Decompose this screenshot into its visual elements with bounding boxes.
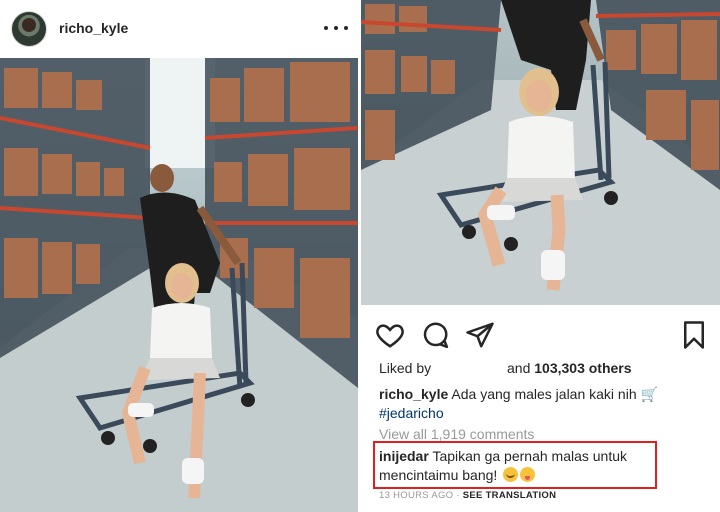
woman-face [171, 273, 193, 299]
cart-wheel [101, 431, 115, 445]
post-photo-left[interactable] [0, 58, 358, 512]
woman-face [526, 80, 552, 112]
post-caption: richo_kyle Ada yang males jalan kaki nih… [379, 385, 709, 423]
right-shelf-beam [595, 12, 720, 18]
right-post-panel: Liked by and 103,303 others richo_kyle A… [361, 0, 720, 512]
post-username[interactable]: richo_kyle [59, 20, 128, 36]
post-photo-right[interactable] [361, 0, 720, 305]
view-all-comments-link[interactable]: View all 1,919 comments [379, 426, 534, 442]
avatar[interactable] [11, 11, 47, 47]
cart-wheel [504, 237, 518, 251]
caption-text: Ada yang males jalan kaki nih [451, 386, 637, 402]
heart-icon[interactable] [375, 320, 405, 350]
post-header: richo_kyle [0, 0, 358, 58]
see-translation-link[interactable]: SEE TRANSLATION [463, 490, 557, 501]
bookmark-icon[interactable] [679, 320, 709, 350]
cart-wheel [143, 439, 157, 453]
cart-emoji-icon: 🛒 [640, 386, 658, 402]
cart-wheel [604, 191, 618, 205]
blush-emoji-icon [503, 467, 519, 482]
post-action-bar [361, 312, 720, 356]
likes-number[interactable]: 103,303 others [534, 360, 631, 376]
comment-icon[interactable] [420, 320, 450, 350]
cart-wheel [241, 393, 255, 407]
sneaker [487, 205, 515, 220]
warehouse-photo-left [0, 58, 358, 512]
warehouse-photo-right [361, 0, 720, 305]
post-meta: 13 HOURS AGO · SEE TRANSLATION [379, 490, 556, 501]
woman-shorts [140, 358, 220, 380]
liked-by-label: Liked by [379, 360, 432, 376]
highlighted-comment: inijedar Tapikan ga pernah malas untuk m… [379, 447, 649, 485]
likes-count[interactable]: and 103,303 others [507, 360, 632, 376]
sneaker [128, 403, 154, 417]
man-head [150, 164, 174, 192]
hashtag-link[interactable]: #jedaricho [379, 405, 444, 421]
dot [324, 26, 328, 30]
left-post-panel: richo_kyle [0, 0, 358, 512]
paper-plane-icon[interactable] [465, 320, 495, 350]
sneaker [541, 250, 565, 280]
cart-wheel [462, 225, 476, 239]
comment-username[interactable]: inijedar [379, 448, 429, 464]
meta-separator: · [456, 490, 460, 501]
caption-username[interactable]: richo_kyle [379, 386, 448, 402]
tongue-emoji-icon [520, 467, 536, 482]
woman-shorts [497, 178, 583, 202]
woman-top [507, 116, 575, 180]
more-options-icon[interactable] [324, 20, 348, 36]
woman-top [150, 303, 212, 358]
sneaker [182, 458, 204, 484]
dot [344, 26, 348, 30]
likes-and: and [507, 360, 531, 376]
timestamp: 13 HOURS AGO [379, 490, 454, 501]
dot [334, 26, 338, 30]
skylight [145, 58, 215, 168]
